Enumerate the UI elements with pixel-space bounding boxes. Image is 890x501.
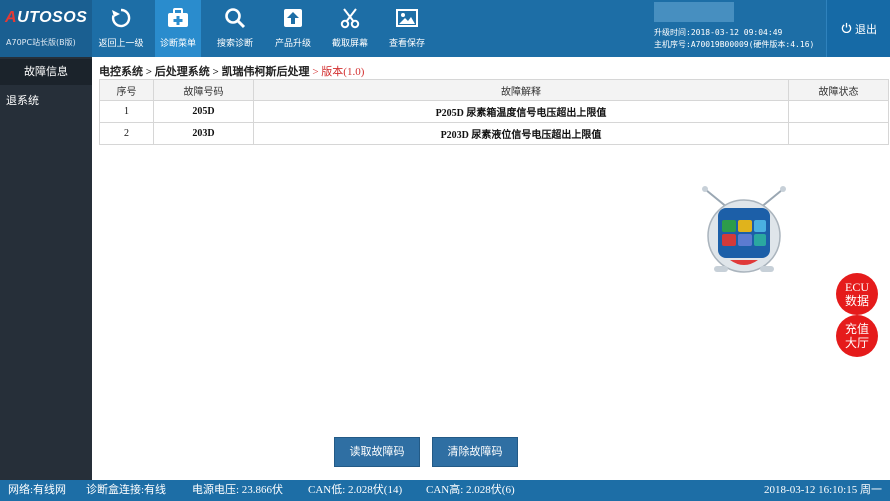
power-icon [841,22,852,36]
box-connection-status: 诊断盒连接:有线 [86,484,167,496]
view-saved-button[interactable]: 查看保存 [384,0,430,57]
can-low-status: CAN低: 2.028伏(14) [308,484,403,496]
back-button[interactable]: 返回上一级 [94,0,148,57]
ecu-data-button[interactable]: ECU 数据 [836,273,878,315]
breadcrumb-item[interactable]: 电控系统 [99,66,143,78]
back-icon [94,6,148,30]
app-logo: AUTOSOS A70PC站长版(B版) [0,0,92,57]
recharge-hall-button[interactable]: 充值 大厅 [836,315,878,357]
network-status: 网络:有线网 [8,484,67,496]
scissors-icon [327,6,373,30]
cell-description: P203D 尿素液位信号电压超出上限值 [253,122,789,145]
medical-kit-icon [155,6,201,30]
can-high-status: CAN高: 2.028伏(6) [426,484,515,496]
sidebar: 故障信息 退系统 [0,57,92,480]
header-status: 故障状态 [788,79,889,101]
robot-mascot-icon[interactable] [700,186,788,280]
table-header-row: 序号 故障号码 故障解释 故障状态 [99,79,889,101]
header-description: 故障解释 [253,79,789,101]
header-code: 故障号码 [153,79,254,101]
top-toolbar: AUTOSOS A70PC站长版(B版) 返回上一级 诊断菜单 搜索诊断 产品升… [0,0,890,57]
breadcrumb-item[interactable]: 后处理系统 [155,66,210,78]
blurred-region [654,2,734,22]
diagnosis-menu-button[interactable]: 诊断菜单 [155,0,201,57]
product-upgrade-button[interactable]: 产品升级 [270,0,316,57]
read-fault-codes-button[interactable]: 读取故障码 [334,437,420,467]
cell-code: 203D [153,122,254,145]
cell-status [788,100,889,123]
cell-status [788,122,889,145]
header-no: 序号 [99,79,154,101]
device-info: 升级时间:2018-03-12 09:04:49 主机序号:A70019B000… [652,0,822,57]
sidebar-item-fault-info[interactable]: 故障信息 [0,59,92,85]
edition-label: A70PC站长版(B版) [6,38,76,47]
upgrade-time: 升级时间:2018-03-12 09:04:49 [654,28,783,37]
host-serial: 主机序号:A70019B00009(硬件版本:4.16) [654,40,815,49]
exit-label: 退出 [855,22,877,36]
clear-fault-codes-button[interactable]: 清除故障码 [432,437,518,467]
sidebar-item-exit-system[interactable]: 退系统 [0,88,98,114]
datetime: 2018-03-12 16:10:15 周一 [764,484,882,496]
voltage-status: 电源电压: 23.866伏 [192,484,284,496]
search-icon [212,6,258,30]
upload-icon [270,6,316,30]
brand-name: AUTOSOS [5,9,88,26]
status-bar: 网络:有线网 诊断盒连接:有线 电源电压: 23.866伏 CAN低: 2.02… [0,480,890,501]
breadcrumb: 电控系统 > 后处理系统 > 凯瑞伟柯斯后处理 > 版本(1.0) [99,66,365,78]
breadcrumb-item[interactable]: 凯瑞伟柯斯后处理 [222,66,310,78]
screenshot-button[interactable]: 截取屏幕 [327,0,373,57]
breadcrumb-current: 版本(1.0) [321,66,365,78]
table-row[interactable]: 1 205D P205D 尿素箱温度信号电压超出上限值 [99,100,889,123]
fault-code-table: 序号 故障号码 故障解释 故障状态 1 205D P205D 尿素箱温度信号电压… [99,79,889,145]
cell-description: P205D 尿素箱温度信号电压超出上限值 [253,100,789,123]
cell-no: 2 [99,122,154,145]
search-diagnosis-button[interactable]: 搜索诊断 [212,0,258,57]
table-row[interactable]: 2 203D P203D 尿素液位信号电压超出上限值 [99,122,889,145]
cell-no: 1 [99,100,154,123]
image-icon [384,6,430,30]
exit-button[interactable]: 退出 [826,0,890,57]
cell-code: 205D [153,100,254,123]
